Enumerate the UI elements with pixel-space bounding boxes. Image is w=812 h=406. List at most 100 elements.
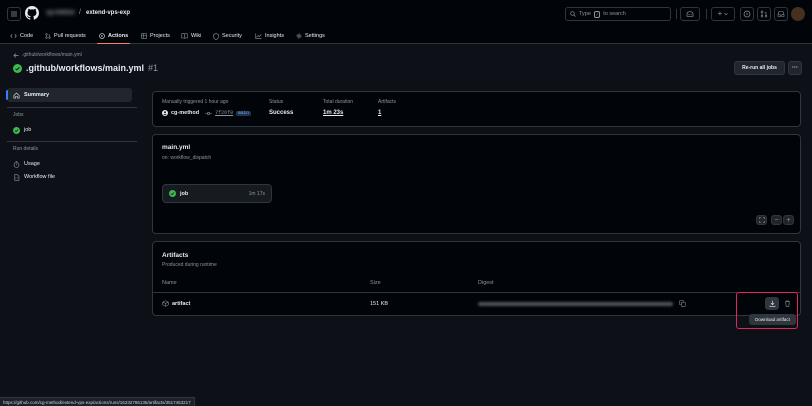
actor-name[interactable]: cg-method xyxy=(171,110,199,116)
kebab-icon: ··· xyxy=(792,65,798,71)
tab-actions[interactable]: Actions xyxy=(96,28,131,44)
create-new-button[interactable]: + xyxy=(711,7,735,21)
job-label: job xyxy=(24,127,32,133)
active-indicator xyxy=(6,90,8,100)
tab-security[interactable]: Security xyxy=(213,28,242,44)
zoom-in-button[interactable]: + xyxy=(783,215,794,225)
status-heading: Status xyxy=(269,99,284,105)
artifact-name-link[interactable]: artifact xyxy=(172,301,190,307)
gear-icon xyxy=(296,33,302,39)
success-check-icon xyxy=(13,126,20,134)
download-icon xyxy=(769,300,775,307)
header-divider-2 xyxy=(706,9,707,19)
zoom-out-button[interactable]: − xyxy=(771,215,782,225)
tab-projects[interactable]: Projects xyxy=(141,28,170,44)
search-icon xyxy=(570,11,576,17)
run-details-heading: Run details xyxy=(13,146,39,152)
back-link-label: .github/workflows/main.yml xyxy=(22,52,82,58)
digest-redacted xyxy=(478,302,673,306)
tab-code-label: Code xyxy=(20,33,34,39)
table-row: artifact 151 KB xyxy=(153,293,800,315)
chevron-down-icon xyxy=(724,12,729,16)
tab-wiki[interactable]: Wiki xyxy=(181,28,201,44)
pull-requests-button[interactable] xyxy=(757,7,771,21)
column-digest: Digest xyxy=(478,280,494,286)
github-logo-icon[interactable] xyxy=(25,6,39,20)
graph-file-name: main.yml xyxy=(162,144,191,151)
copilot-icon xyxy=(686,10,694,17)
sidebar-divider xyxy=(7,107,137,108)
sidebar-item-usage[interactable]: Usage xyxy=(7,157,132,171)
tab-settings[interactable]: Settings xyxy=(296,28,325,44)
download-tooltip: Download artifact xyxy=(749,314,796,325)
minus-icon: − xyxy=(774,216,779,224)
search-input[interactable]: Type / to search xyxy=(565,7,671,21)
workflow-graph-card: main.yml on: workflow_dispatch job 1m 17… xyxy=(152,134,801,234)
actor-avatar-icon xyxy=(162,110,168,116)
tab-code[interactable]: Code xyxy=(10,28,33,44)
tab-wiki-label: Wiki xyxy=(191,33,202,39)
inbox-icon xyxy=(777,11,785,17)
inbox-button[interactable] xyxy=(774,7,788,21)
table-icon xyxy=(141,33,147,39)
column-size: Size xyxy=(370,280,381,286)
duration-value[interactable]: 1m 23s xyxy=(323,110,343,116)
hamburger-icon xyxy=(11,11,17,17)
commit-sha[interactable]: 7f26f0 xyxy=(215,110,233,116)
tab-actions-label: Actions xyxy=(108,33,129,39)
rerun-label: Re-run all jobs xyxy=(742,65,777,71)
run-number: #1 xyxy=(148,63,159,73)
workflow-heading: .github/workflows/main.yml #1 xyxy=(13,63,158,73)
workflow-file-label: Workflow file xyxy=(24,174,56,180)
trash-icon[interactable] xyxy=(784,300,791,307)
tab-insights-label: Insights xyxy=(265,33,284,39)
back-link[interactable]: .github/workflows/main.yml xyxy=(13,52,82,58)
artifacts-card: Artifacts Produced during runtime Name S… xyxy=(152,241,801,316)
header-divider xyxy=(676,9,677,19)
plus-icon: + xyxy=(786,216,791,224)
sidebar-item-workflow-file[interactable]: Workflow file xyxy=(7,170,132,184)
search-suffix: to search xyxy=(603,11,626,17)
copilot-button[interactable] xyxy=(680,7,700,21)
more-options-button[interactable]: ··· xyxy=(788,61,802,75)
stopwatch-icon xyxy=(13,160,20,168)
artifacts-heading: Artifacts xyxy=(378,99,397,105)
search-shortcut-key: / xyxy=(593,10,601,18)
commit-icon xyxy=(205,111,213,115)
shield-icon xyxy=(213,32,219,40)
job-node[interactable]: job 1m 17s xyxy=(162,184,272,203)
download-artifact-button[interactable] xyxy=(765,297,779,310)
tab-pull-requests[interactable]: Pull requests xyxy=(45,28,86,44)
repo-owner-link[interactable]: cg-method xyxy=(46,10,74,16)
package-icon xyxy=(162,300,169,307)
rerun-all-jobs-button[interactable]: Re-run all jobs xyxy=(734,61,785,75)
repo-name-link[interactable]: extend-vps-exp xyxy=(86,10,130,16)
fullscreen-button[interactable] xyxy=(756,215,767,225)
status-value: Success xyxy=(269,110,294,116)
trigger-details: cg-method 7f26f0 main xyxy=(162,110,251,116)
graph-icon xyxy=(255,33,262,39)
book-icon xyxy=(181,33,188,39)
artifacts-count[interactable]: 1 xyxy=(378,110,381,116)
plus-icon: + xyxy=(717,9,723,18)
status-bar-url: https://github.com/cg-method/extend-vps-… xyxy=(3,399,191,405)
success-check-icon xyxy=(169,190,176,197)
artifacts-title: Artifacts xyxy=(162,252,189,259)
code-icon xyxy=(10,34,17,38)
copy-icon[interactable] xyxy=(679,300,686,307)
tab-projects-label: Projects xyxy=(150,33,170,39)
tab-settings-label: Settings xyxy=(305,33,325,39)
play-circle-icon xyxy=(99,33,105,39)
avatar[interactable] xyxy=(791,7,805,21)
expand-icon xyxy=(758,217,765,223)
workflow-title: .github/workflows/main.yml xyxy=(26,63,145,73)
sidebar-item-summary[interactable]: Summary xyxy=(6,88,132,102)
issues-button[interactable] xyxy=(740,7,754,21)
status-bar: https://github.com/cg-method/extend-vps-… xyxy=(0,397,195,406)
tab-pull-requests-label: Pull requests xyxy=(54,33,86,39)
branch-badge[interactable]: main xyxy=(236,110,251,116)
tab-insights[interactable]: Insights xyxy=(255,28,284,44)
success-check-icon xyxy=(13,63,22,73)
menu-button[interactable] xyxy=(7,7,21,21)
sidebar-item-job[interactable]: job xyxy=(7,123,132,137)
